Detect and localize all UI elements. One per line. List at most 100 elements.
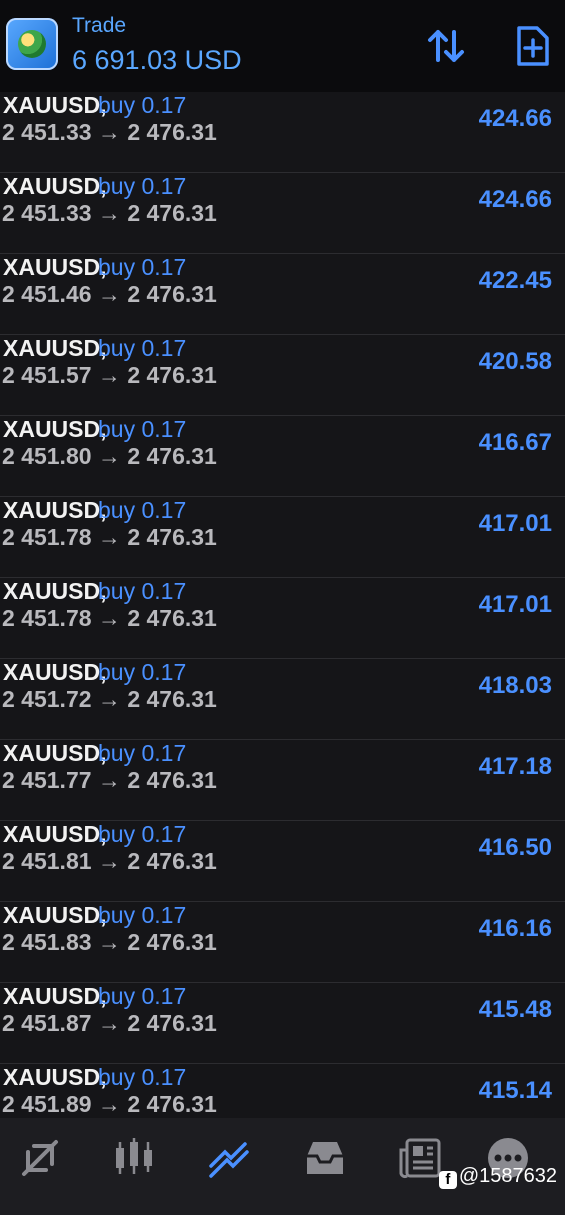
position-profit: 416.67 <box>478 429 552 456</box>
sort-icon[interactable] <box>424 24 468 68</box>
current-price: 2 476.31 <box>127 605 217 631</box>
position-symbol: XAUUSD, <box>3 416 107 442</box>
position-side: buy 0.17 <box>98 416 187 442</box>
position-prices: 2 451.89 → 2 476.31 <box>2 1091 217 1118</box>
position-side: buy 0.17 <box>98 578 187 604</box>
position-prices: 2 451.33 → 2 476.31 <box>2 200 217 227</box>
price-arrow: → <box>97 524 121 550</box>
position-prices: 2 451.87 → 2 476.31 <box>2 1010 217 1037</box>
open-price: 2 451.78 <box>2 605 92 631</box>
position-profit: 422.45 <box>478 267 552 294</box>
position-row[interactable]: XAUUSD, buy 0.17 2 451.80 → 2 476.31 416.67 <box>0 416 565 497</box>
position-row[interactable]: XAUUSD, buy 0.17 2 451.83 → 2 476.31 416.16 <box>0 902 565 983</box>
quotes-icon[interactable] <box>18 1136 62 1180</box>
current-price: 2 476.31 <box>127 281 217 307</box>
current-price: 2 476.31 <box>127 443 217 469</box>
position-symbol: XAUUSD, <box>3 578 107 604</box>
position-prices: 2 451.83 → 2 476.31 <box>2 929 217 956</box>
open-price: 2 451.77 <box>2 767 92 793</box>
price-arrow: → <box>97 362 121 388</box>
price-arrow: → <box>97 1091 121 1117</box>
position-prices: 2 451.57 → 2 476.31 <box>2 362 217 389</box>
position-profit: 417.01 <box>478 591 552 618</box>
page-title: Trade <box>72 14 127 37</box>
position-row[interactable]: XAUUSD, buy 0.17 2 451.57 → 2 476.31 420.58 <box>0 335 565 416</box>
account-balance: 6 691.03 USD <box>72 45 242 75</box>
position-side: buy 0.17 <box>98 983 187 1009</box>
position-row[interactable]: XAUUSD, buy 0.17 2 451.89 → 2 476.31 415.14 <box>0 1064 565 1118</box>
position-side: buy 0.17 <box>98 173 187 199</box>
position-profit: 416.16 <box>478 915 552 942</box>
open-price: 2 451.72 <box>2 686 92 712</box>
current-price: 2 476.31 <box>127 524 217 550</box>
position-row[interactable]: XAUUSD, buy 0.17 2 451.33 → 2 476.31 424.66 <box>0 173 565 254</box>
current-price: 2 476.31 <box>127 1091 217 1117</box>
open-price: 2 451.81 <box>2 848 92 874</box>
top-bar: Trade 6 691.03 USD <box>0 0 565 92</box>
position-side: buy 0.17 <box>98 335 187 361</box>
chart-icon[interactable] <box>112 1136 156 1180</box>
open-price: 2 451.46 <box>2 281 92 307</box>
position-row[interactable]: XAUUSD, buy 0.17 2 451.46 → 2 476.31 422.45 <box>0 254 565 335</box>
new-order-icon[interactable] <box>511 24 555 68</box>
position-row[interactable]: XAUUSD, buy 0.17 2 451.87 → 2 476.31 415.48 <box>0 983 565 1064</box>
current-price: 2 476.31 <box>127 929 217 955</box>
position-profit: 416.50 <box>478 834 552 861</box>
position-side: buy 0.17 <box>98 821 187 847</box>
current-price: 2 476.31 <box>127 848 217 874</box>
position-side: buy 0.17 <box>98 740 187 766</box>
open-price: 2 451.57 <box>2 362 92 388</box>
position-symbol: XAUUSD, <box>3 254 107 280</box>
position-prices: 2 451.46 → 2 476.31 <box>2 281 217 308</box>
position-row[interactable]: XAUUSD, buy 0.17 2 451.78 → 2 476.31 417.01 <box>0 497 565 578</box>
price-arrow: → <box>97 767 121 793</box>
news-icon[interactable] <box>399 1136 443 1180</box>
open-price: 2 451.89 <box>2 1091 92 1117</box>
position-row[interactable]: XAUUSD, buy 0.17 2 451.77 → 2 476.31 417.18 <box>0 740 565 821</box>
position-symbol: XAUUSD, <box>3 173 107 199</box>
open-price: 2 451.33 <box>2 119 92 145</box>
price-arrow: → <box>97 281 121 307</box>
current-price: 2 476.31 <box>127 200 217 226</box>
watermark-text: @1587632 <box>458 1165 557 1187</box>
position-row[interactable]: XAUUSD, buy 0.17 2 451.81 → 2 476.31 416.50 <box>0 821 565 902</box>
current-price: 2 476.31 <box>127 362 217 388</box>
price-arrow: → <box>97 929 121 955</box>
position-symbol: XAUUSD, <box>3 821 107 847</box>
position-symbol: XAUUSD, <box>3 92 107 118</box>
watermark: f @1587632 <box>438 1165 557 1189</box>
position-side: buy 0.17 <box>98 659 187 685</box>
position-prices: 2 451.81 → 2 476.31 <box>2 848 217 875</box>
open-price: 2 451.87 <box>2 1010 92 1036</box>
position-side: buy 0.17 <box>98 497 187 523</box>
history-icon[interactable] <box>303 1136 347 1180</box>
current-price: 2 476.31 <box>127 767 217 793</box>
app-logo-icon[interactable] <box>6 18 58 70</box>
current-price: 2 476.31 <box>127 1010 217 1036</box>
open-price: 2 451.80 <box>2 443 92 469</box>
positions-list: XAUUSD, buy 0.17 2 451.33 → 2 476.31 424.66… <box>0 92 565 1118</box>
trade-icon[interactable] <box>207 1136 251 1180</box>
position-symbol: XAUUSD, <box>3 902 107 928</box>
price-arrow: → <box>97 200 121 226</box>
position-profit: 415.48 <box>478 996 552 1023</box>
position-profit: 424.66 <box>478 186 552 213</box>
position-prices: 2 451.33 → 2 476.31 <box>2 119 217 146</box>
price-arrow: → <box>97 119 121 145</box>
position-row[interactable]: XAUUSD, buy 0.17 2 451.78 → 2 476.31 417.01 <box>0 578 565 659</box>
position-prices: 2 451.80 → 2 476.31 <box>2 443 217 470</box>
position-symbol: XAUUSD, <box>3 740 107 766</box>
position-symbol: XAUUSD, <box>3 1064 107 1090</box>
position-symbol: XAUUSD, <box>3 659 107 685</box>
position-symbol: XAUUSD, <box>3 983 107 1009</box>
position-row[interactable]: XAUUSD, buy 0.17 2 451.72 → 2 476.31 418.03 <box>0 659 565 740</box>
open-price: 2 451.33 <box>2 200 92 226</box>
current-price: 2 476.31 <box>127 119 217 145</box>
position-prices: 2 451.78 → 2 476.31 <box>2 524 217 551</box>
open-price: 2 451.83 <box>2 929 92 955</box>
position-side: buy 0.17 <box>98 254 187 280</box>
position-profit: 420.58 <box>478 348 552 375</box>
position-row[interactable]: XAUUSD, buy 0.17 2 451.33 → 2 476.31 424.66 <box>0 92 565 173</box>
position-profit: 417.01 <box>478 510 552 537</box>
price-arrow: → <box>97 686 121 712</box>
